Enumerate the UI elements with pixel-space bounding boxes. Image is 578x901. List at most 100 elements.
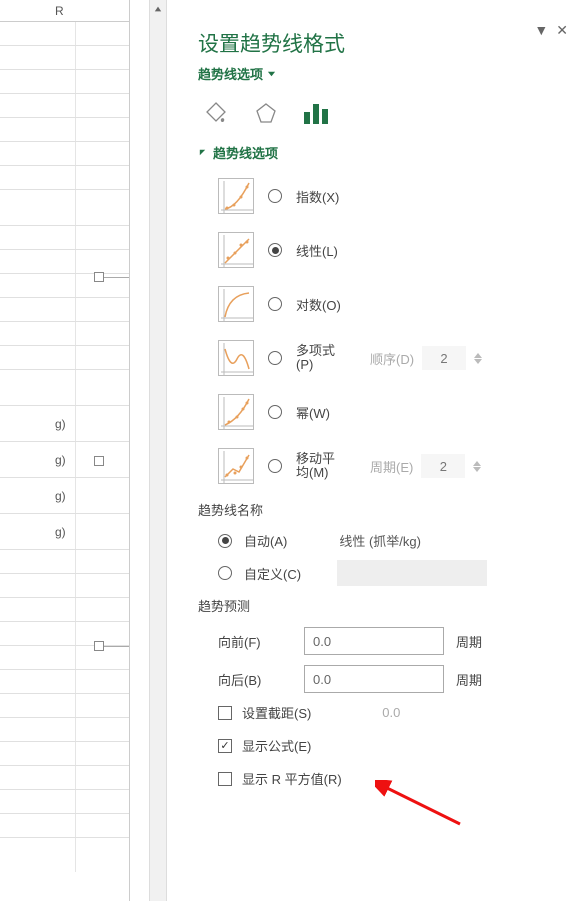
checkbox-display-equation[interactable] bbox=[218, 739, 232, 753]
forecast-backward-input[interactable] bbox=[304, 665, 444, 693]
option-label: 移动平均(M) bbox=[296, 452, 344, 481]
set-intercept-row[interactable]: 设置截距(S) 0.0 bbox=[218, 703, 564, 722]
table-row[interactable] bbox=[0, 22, 130, 46]
trendline-exponential-option[interactable]: 指数(X) bbox=[218, 176, 564, 216]
radio-logarithmic[interactable] bbox=[268, 297, 282, 311]
radio-name-auto[interactable] bbox=[218, 534, 232, 548]
option-label: 多项式(P) bbox=[296, 344, 344, 373]
section-label: 趋势线选项 bbox=[213, 143, 278, 162]
table-row[interactable] bbox=[0, 46, 130, 70]
table-row[interactable] bbox=[0, 250, 130, 274]
stepper bbox=[473, 461, 481, 472]
radio-power[interactable] bbox=[268, 405, 282, 419]
polynomial-icon bbox=[218, 340, 254, 376]
table-row[interactable] bbox=[0, 790, 130, 814]
column-header[interactable]: R bbox=[0, 0, 130, 22]
forecast-unit: 周期 bbox=[456, 632, 482, 651]
table-row[interactable] bbox=[0, 646, 130, 670]
table-row[interactable] bbox=[0, 742, 130, 766]
ma-period-label: 周期(E) bbox=[370, 457, 413, 476]
panel-title: 设置趋势线格式 bbox=[198, 28, 564, 58]
option-label: 幂(W) bbox=[296, 403, 330, 422]
radio-linear[interactable] bbox=[268, 243, 282, 257]
table-row[interactable] bbox=[0, 346, 130, 370]
table-row[interactable] bbox=[0, 766, 130, 790]
fill-line-tab[interactable] bbox=[202, 99, 230, 127]
display-equation-label: 显示公式(E) bbox=[242, 736, 311, 755]
selection-handle[interactable] bbox=[94, 272, 104, 282]
display-r2-row[interactable]: 显示 R 平方值(R) bbox=[218, 769, 564, 788]
collapse-button[interactable]: ▼ bbox=[534, 22, 548, 39]
moving-average-icon bbox=[218, 448, 254, 484]
table-row[interactable]: g) bbox=[0, 514, 130, 550]
table-row[interactable] bbox=[0, 694, 130, 718]
option-label: 线性(L) bbox=[296, 241, 338, 260]
table-row[interactable]: g) bbox=[0, 442, 130, 478]
checkbox-set-intercept[interactable] bbox=[218, 706, 232, 720]
checkbox-display-r2[interactable] bbox=[218, 772, 232, 786]
forecast-forward-label: 向前(F) bbox=[218, 632, 292, 651]
selection-handle[interactable] bbox=[94, 641, 104, 651]
format-trendline-panel: ▼ ✕ 设置趋势线格式 趋势线选项 bbox=[180, 0, 578, 901]
table-row[interactable] bbox=[0, 94, 130, 118]
table-row[interactable] bbox=[0, 718, 130, 742]
spreadsheet-border bbox=[129, 0, 130, 901]
table-row[interactable] bbox=[0, 598, 130, 622]
trendline-polynomial-option[interactable]: 多项式(P) 顺序(D) bbox=[218, 338, 564, 378]
table-row[interactable] bbox=[0, 118, 130, 142]
radio-exponential[interactable] bbox=[268, 189, 282, 203]
expand-triangle-icon bbox=[198, 145, 207, 160]
linear-icon bbox=[218, 232, 254, 268]
radio-moving-average[interactable] bbox=[268, 459, 282, 473]
display-equation-row[interactable]: 显示公式(E) bbox=[218, 736, 564, 755]
trendline-logarithmic-option[interactable]: 对数(O) bbox=[218, 284, 564, 324]
table-row[interactable] bbox=[0, 142, 130, 166]
table-row[interactable] bbox=[0, 814, 130, 838]
name-custom-row[interactable]: 自定义(C) bbox=[218, 560, 564, 586]
trendline-linear-option[interactable]: 线性(L) bbox=[218, 230, 564, 270]
scroll-up-button[interactable] bbox=[150, 0, 166, 18]
exponential-icon bbox=[218, 178, 254, 214]
name-custom-input[interactable] bbox=[337, 560, 487, 586]
table-row[interactable] bbox=[0, 574, 130, 598]
trendline-moving-average-option[interactable]: 移动平均(M) 周期(E) bbox=[218, 446, 564, 486]
forecast-backward-label: 向后(B) bbox=[218, 670, 292, 689]
radio-name-custom[interactable] bbox=[218, 566, 232, 580]
radio-polynomial[interactable] bbox=[268, 351, 282, 365]
table-row[interactable] bbox=[0, 166, 130, 190]
power-icon bbox=[218, 394, 254, 430]
table-row[interactable] bbox=[0, 370, 130, 406]
table-row[interactable] bbox=[0, 670, 130, 694]
poly-order-label: 顺序(D) bbox=[370, 349, 414, 368]
name-custom-label: 自定义(C) bbox=[244, 564, 301, 583]
panel-subtitle-label: 趋势线选项 bbox=[198, 64, 263, 83]
vertical-scrollbar[interactable] bbox=[149, 0, 167, 901]
close-button[interactable]: ✕ bbox=[556, 22, 568, 39]
trendline-power-option[interactable]: 幂(W) bbox=[218, 392, 564, 432]
selection-handle[interactable] bbox=[94, 456, 104, 466]
forecast-unit: 周期 bbox=[456, 670, 482, 689]
table-row[interactable] bbox=[0, 190, 130, 226]
effects-tab[interactable] bbox=[252, 99, 280, 127]
poly-order-input bbox=[422, 346, 466, 370]
name-auto-row[interactable]: 自动(A) 线性 (抓举/kg) bbox=[218, 531, 564, 550]
table-row[interactable]: g) bbox=[0, 478, 130, 514]
ma-period-input bbox=[421, 454, 465, 478]
logarithmic-icon bbox=[218, 286, 254, 322]
table-row[interactable] bbox=[0, 70, 130, 94]
trendline-options-section[interactable]: 趋势线选项 bbox=[198, 143, 564, 162]
spreadsheet-rows: g) g) g) g) bbox=[0, 22, 130, 838]
panel-subtitle-dropdown[interactable]: 趋势线选项 bbox=[198, 64, 564, 83]
table-row[interactable]: g) bbox=[0, 406, 130, 442]
name-auto-value: 线性 (抓举/kg) bbox=[339, 531, 421, 550]
set-intercept-label: 设置截距(S) bbox=[242, 703, 311, 722]
table-row[interactable] bbox=[0, 550, 130, 574]
forecast-forward-input[interactable] bbox=[304, 627, 444, 655]
table-row[interactable] bbox=[0, 298, 130, 322]
option-label: 指数(X) bbox=[296, 187, 339, 206]
table-row[interactable] bbox=[0, 322, 130, 346]
table-row[interactable] bbox=[0, 622, 130, 646]
trendline-options-tab[interactable] bbox=[302, 99, 330, 127]
chevron-down-icon bbox=[267, 66, 276, 81]
table-row[interactable] bbox=[0, 226, 130, 250]
